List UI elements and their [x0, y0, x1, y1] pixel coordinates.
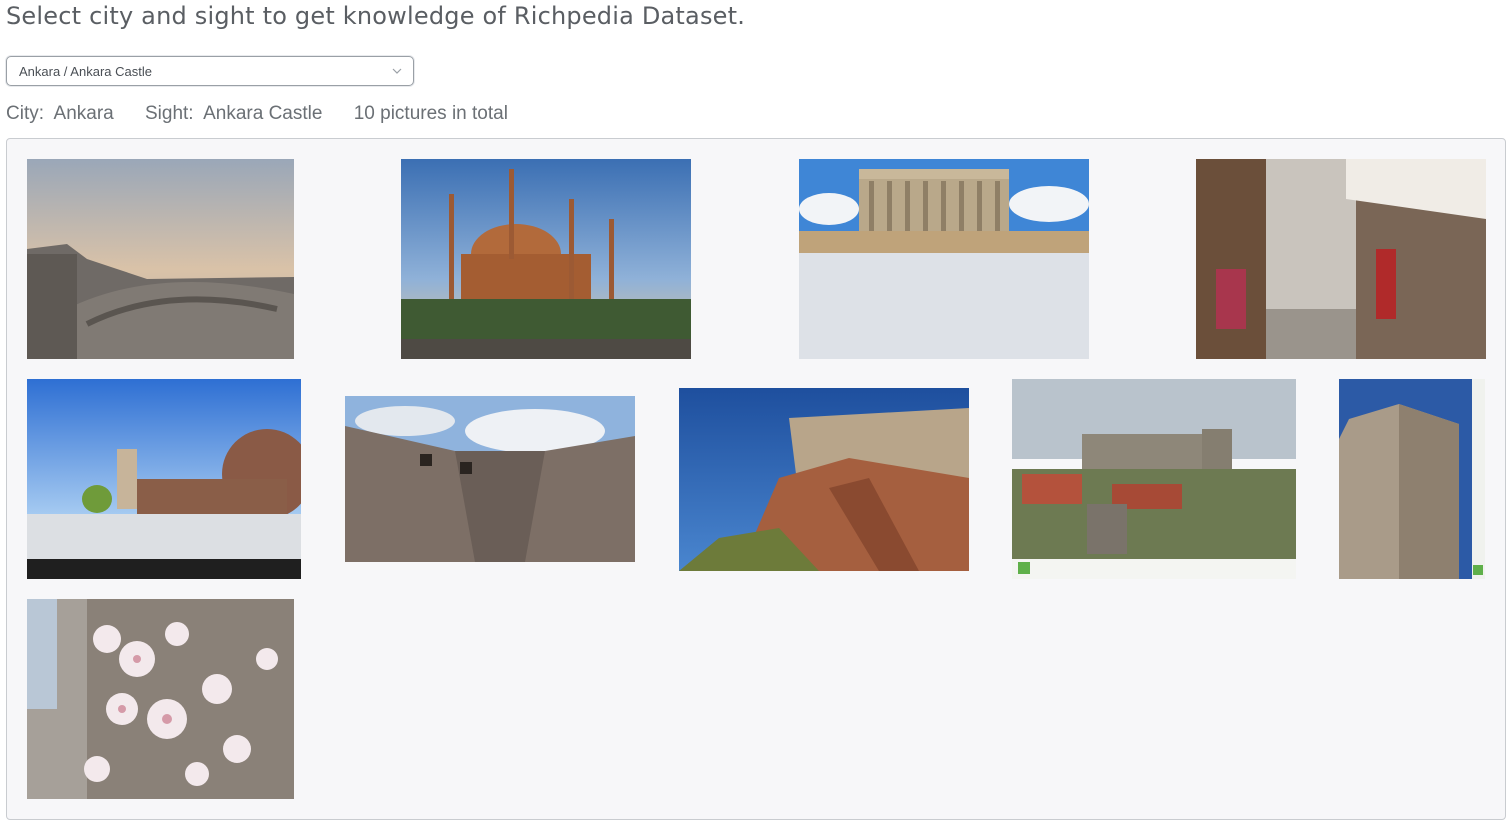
castle-plaza-tower-photo[interactable]: [27, 379, 301, 579]
anitkabir-mausoleum-photo[interactable]: [799, 159, 1089, 359]
castle-ramparts-at-dusk-photo[interactable]: [27, 159, 294, 359]
city-label: City:: [6, 103, 44, 124]
castle-on-rock-cliff-photo[interactable]: [679, 388, 969, 571]
blue-mosque-at-sunset-photo[interactable]: [401, 159, 691, 359]
city-sight-select[interactable]: Ankara / Ankara Castle: [6, 56, 414, 86]
picture-count: 10 pictures in total: [353, 103, 508, 124]
sight-value: Ankara Castle: [203, 103, 323, 124]
page-title: Select city and sight to get knowledge o…: [6, 2, 746, 30]
chevron-down-icon: [392, 68, 402, 74]
castle-hillside-town-photo[interactable]: [1012, 379, 1296, 579]
cherry-blossom-photo[interactable]: [27, 599, 294, 799]
picture-gallery: [6, 138, 1506, 820]
sight-label: Sight:: [145, 103, 194, 124]
old-town-street-photo[interactable]: [1196, 159, 1486, 359]
city-value: Ankara: [53, 103, 114, 124]
castle-wall-interior-photo[interactable]: [345, 396, 635, 562]
stone-tower-photo[interactable]: [1339, 379, 1485, 579]
select-value: Ankara / Ankara Castle: [19, 64, 152, 79]
info-line: City: Ankara Sight: Ankara Castle 10 pic…: [6, 103, 508, 125]
